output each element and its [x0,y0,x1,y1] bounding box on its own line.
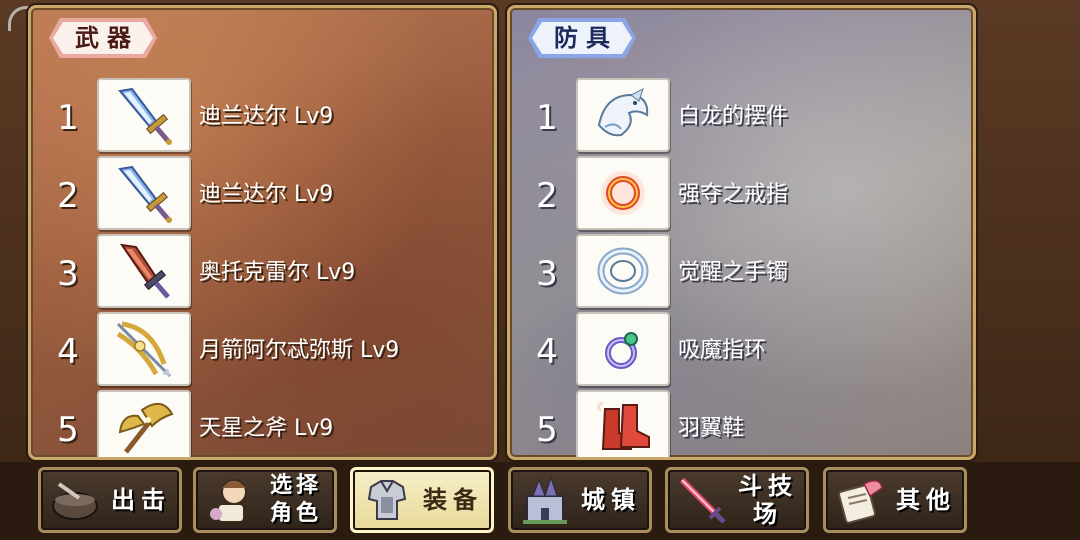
select-character-button[interactable]: 选择 角色 [193,467,337,533]
bracelet-icon [576,234,670,308]
weapons-title-tag: 武器 [49,18,157,58]
armor-slot-1[interactable]: 1 白龙的摆件 [510,78,973,152]
golden-axe-icon [97,390,191,457]
weapon-slot-3[interactable]: 3 奥托克雷尔 Lv9 [31,234,494,308]
slot-number: 5 [536,410,558,450]
white-dragon-icon [576,78,670,152]
equipment-button[interactable]: 装备 [350,467,494,533]
other-label: 其他 [896,486,956,514]
slot-number: 2 [536,176,558,216]
armor-name: 觉醒之手镯 [678,260,789,285]
select-character-label: 选择 角色 [258,472,334,528]
weapons-title: 武器 [75,24,139,52]
weapon-name: 迪兰达尔 Lv9 [199,104,334,129]
purple-ring-icon [576,312,670,386]
armor-title-tag: 防具 [528,18,636,58]
blue-sword-icon [97,156,191,230]
town-button[interactable]: 城镇 [508,467,652,533]
slot-number: 4 [57,332,79,372]
armor-name: 白龙的摆件 [678,104,789,129]
red-sword-icon [97,234,191,308]
weapons-panel: 武器 1 迪兰达尔 Lv9 2 迪兰达尔 Lv9 3 奥托克雷尔 Lv9 4 月… [28,5,497,460]
red-ring-icon [576,156,670,230]
sortie-label: 出击 [111,486,171,514]
weapon-name: 迪兰达尔 Lv9 [199,182,334,207]
armor-name: 强夺之戒指 [678,182,789,207]
armor-slot-2[interactable]: 2 强夺之戒指 [510,156,973,230]
red-boots-icon [576,390,670,457]
weapon-slot-4[interactable]: 4 月箭阿尔忒弥斯 Lv9 [31,312,494,386]
weapon-slot-1[interactable]: 1 迪兰达尔 Lv9 [31,78,494,152]
other-button[interactable]: 其他 [823,467,967,533]
select-label-line1: 选择 [269,473,322,498]
equipment-label: 装备 [423,486,483,514]
character-icon [202,472,258,528]
slot-number: 2 [57,176,79,216]
town-label: 城镇 [581,486,641,514]
scroll-quill-icon [832,472,888,528]
armor-slot-5[interactable]: 5 羽翼鞋 [510,390,973,457]
game-screen: 武器 1 迪兰达尔 Lv9 2 迪兰达尔 Lv9 3 奥托克雷尔 Lv9 4 月… [0,0,1080,540]
castle-icon [517,472,573,528]
armor-icon [359,472,415,528]
golden-bow-icon [97,312,191,386]
armor-slot-4[interactable]: 4 吸魔指环 [510,312,973,386]
slot-number: 5 [57,410,79,450]
select-label-line2: 角色 [269,501,322,526]
slot-number: 3 [536,254,558,294]
armor-slot-3[interactable]: 3 觉醒之手镯 [510,234,973,308]
slot-number: 4 [536,332,558,372]
armor-name: 羽翼鞋 [678,416,745,441]
slot-number: 3 [57,254,79,294]
crossed-swords-icon [674,472,730,528]
armor-panel: 防具 1 白龙的摆件 2 强夺之戒指 3 觉醒之手镯 4 吸魔指环 5 羽翼鞋 [507,5,976,460]
pot-icon [47,472,103,528]
arena-label: 斗技场 [738,472,798,528]
blue-sword-icon [97,78,191,152]
armor-name: 吸魔指环 [678,338,767,363]
weapon-slot-5[interactable]: 5 天星之斧 Lv9 [31,390,494,457]
weapon-name: 月箭阿尔忒弥斯 Lv9 [199,338,400,363]
armor-title: 防具 [554,24,618,52]
weapon-slot-2[interactable]: 2 迪兰达尔 Lv9 [31,156,494,230]
weapon-name: 奥托克雷尔 Lv9 [199,260,356,285]
weapon-name: 天星之斧 Lv9 [199,416,334,441]
slot-number: 1 [57,98,79,138]
arena-button[interactable]: 斗技场 [665,467,809,533]
slot-number: 1 [536,98,558,138]
sortie-button[interactable]: 出击 [38,467,182,533]
bottom-nav: 出击 选择 角色 装备 城镇 斗技场 其他 [0,462,1080,540]
